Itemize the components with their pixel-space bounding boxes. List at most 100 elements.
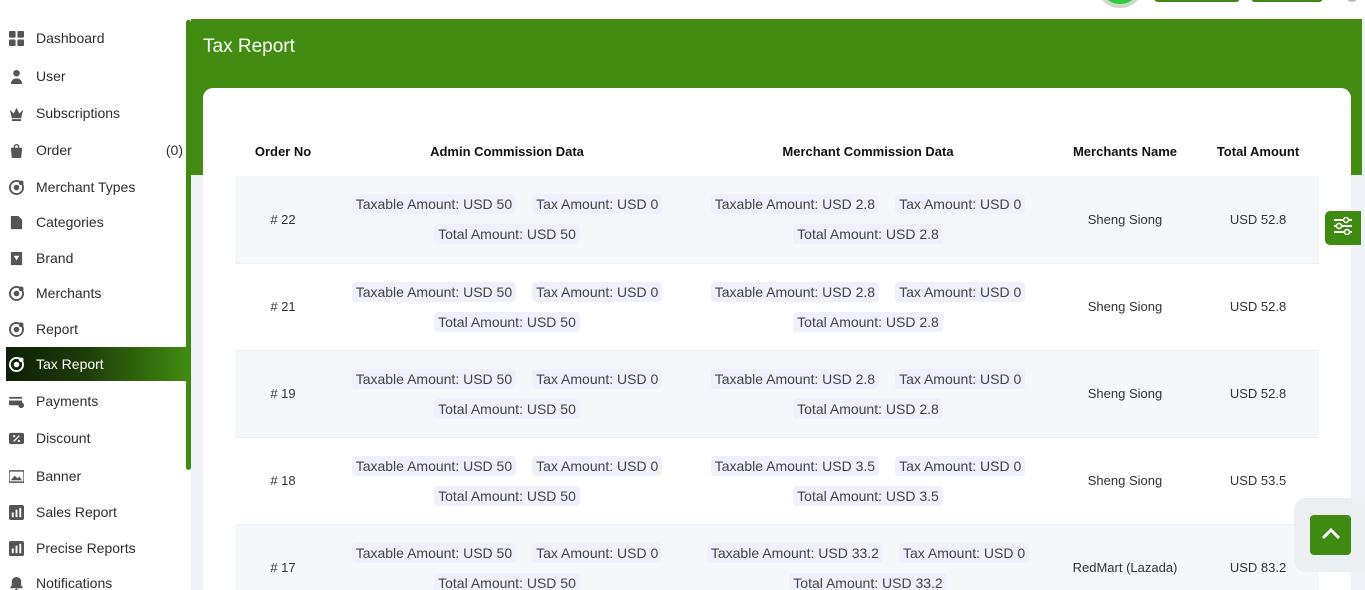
tax-report-table: Order No Admin Commission Data Merchant … xyxy=(235,126,1319,590)
order-no-cell: # 21 xyxy=(235,263,331,351)
admin-taxable-amount: Taxable Amount: USD 50 xyxy=(351,542,517,563)
sidebar-item-brand[interactable]: Brand xyxy=(6,241,186,275)
merchant-icon xyxy=(8,179,24,195)
sliders-icon xyxy=(1333,216,1353,240)
total-amount-cell: USD 52.8 xyxy=(1197,263,1319,351)
sidebar-item-label: Tax Report xyxy=(36,356,104,372)
admin-taxable-amount: Taxable Amount: USD 50 xyxy=(351,455,517,476)
sidebar-item-sales-report[interactable]: Sales Report xyxy=(6,495,186,529)
sidebar-item-precise-reports[interactable]: Precise Reports xyxy=(6,531,186,565)
table-row: # 19 Taxable Amount: USD 50 Tax Amount: … xyxy=(235,350,1319,438)
chevron-up-icon xyxy=(1321,526,1341,545)
tax-report-icon xyxy=(8,356,24,372)
merchant-tax-amount: Tax Amount: USD 0 xyxy=(895,194,1026,215)
merchant-name-cell: Sheng Siong xyxy=(1053,176,1197,264)
sidebar-item-dashboard[interactable]: Dashboard xyxy=(6,21,186,55)
column-header-order-no: Order No xyxy=(254,143,312,159)
precise-reports-icon xyxy=(8,540,24,556)
sidebar-item-tax-report[interactable]: Tax Report xyxy=(6,347,186,381)
table-header-row: Order No Admin Commission Data Merchant … xyxy=(235,126,1319,176)
sidebar-item-notifications[interactable]: Notifications xyxy=(6,566,186,590)
settings-fab-button[interactable] xyxy=(1325,211,1361,245)
admin-tax-amount: Tax Amount: USD 0 xyxy=(532,281,663,302)
admin-commission-cell: Taxable Amount: USD 50 Tax Amount: USD 0… xyxy=(331,263,683,351)
sidebar-item-label: User xyxy=(36,68,66,84)
merchant-total-amount: Total Amount: USD 2.8 xyxy=(793,398,943,419)
header-button-secondary[interactable] xyxy=(1251,0,1323,2)
merchants-icon xyxy=(8,285,24,301)
sidebar-item-merchants[interactable]: Merchants xyxy=(6,276,186,310)
user-icon xyxy=(8,68,24,84)
sidebar-item-subscriptions[interactable]: Subscriptions xyxy=(6,96,186,130)
merchant-tax-amount: Tax Amount: USD 0 xyxy=(895,368,1026,389)
sidebar: Dashboard User Subscriptions Order (0) M… xyxy=(0,0,186,590)
sidebar-item-categories[interactable]: Categories xyxy=(6,205,186,239)
table-row: # 22 Taxable Amount: USD 50 Tax Amount: … xyxy=(235,176,1319,264)
order-no-cell: # 17 xyxy=(235,524,331,590)
payments-icon xyxy=(8,393,24,409)
column-header-merchants-name: Merchants Name xyxy=(1072,143,1178,159)
admin-tax-amount: Tax Amount: USD 0 xyxy=(532,542,663,563)
merchant-tax-amount: Tax Amount: USD 0 xyxy=(898,542,1030,563)
dashboard-grid-icon xyxy=(8,30,24,46)
admin-total-amount: Total Amount: USD 50 xyxy=(434,398,580,419)
bag-icon xyxy=(8,142,24,158)
sidebar-item-label: Banner xyxy=(36,468,82,484)
sidebar-item-label: Sales Report xyxy=(36,504,117,520)
admin-taxable-amount: Taxable Amount: USD 50 xyxy=(351,281,517,302)
merchant-commission-cell: Taxable Amount: USD 33.2 Tax Amount: USD… xyxy=(683,524,1053,590)
sidebar-item-label: Dashboard xyxy=(36,30,105,46)
sidebar-item-banner[interactable]: Banner xyxy=(6,459,186,493)
merchant-commission-cell: Taxable Amount: USD 3.5 Tax Amount: USD … xyxy=(683,437,1053,525)
total-amount-cell: USD 52.8 xyxy=(1197,176,1319,264)
sidebar-item-label: Discount xyxy=(36,430,91,446)
table-row: # 18 Taxable Amount: USD 50 Tax Amount: … xyxy=(235,437,1319,525)
sidebar-item-label: Subscriptions xyxy=(36,105,121,121)
order-count-badge: (0) xyxy=(165,142,183,158)
sidebar-item-order[interactable]: Order (0) xyxy=(6,133,186,167)
sidebar-item-discount[interactable]: Discount xyxy=(6,421,186,455)
merchant-name-cell: RedMart (Lazada) xyxy=(1053,524,1197,590)
column-header-merchant-commission: Merchant Commission Data xyxy=(782,143,954,159)
sidebar-item-label: Merchant Types xyxy=(36,179,136,195)
sidebar-item-label: Precise Reports xyxy=(36,540,136,556)
header-button-primary[interactable] xyxy=(1154,0,1240,2)
order-no-cell: # 22 xyxy=(235,176,331,264)
sidebar-item-report[interactable]: Report xyxy=(6,312,186,346)
categories-icon xyxy=(8,214,24,230)
table-row: # 17 Taxable Amount: USD 50 Tax Amount: … xyxy=(235,524,1319,590)
merchant-name-cell: Sheng Siong xyxy=(1053,437,1197,525)
merchant-tax-amount: Tax Amount: USD 0 xyxy=(895,455,1026,476)
merchant-total-amount: Total Amount: USD 3.5 xyxy=(793,485,943,506)
admin-taxable-amount: Taxable Amount: USD 50 xyxy=(351,194,517,215)
sidebar-item-merchant-types[interactable]: Merchant Types xyxy=(6,170,186,204)
discount-icon xyxy=(8,430,24,446)
sidebar-item-label: Payments xyxy=(36,393,99,409)
merchant-total-amount: Total Amount: USD 2.8 xyxy=(793,224,943,245)
merchant-name-cell: Sheng Siong xyxy=(1053,350,1197,438)
merchant-total-amount: Total Amount: USD 2.8 xyxy=(793,311,943,332)
merchant-commission-cell: Taxable Amount: USD 2.8 Tax Amount: USD … xyxy=(683,176,1053,264)
sidebar-item-user[interactable]: User xyxy=(6,59,186,93)
sidebar-item-payments[interactable]: Payments xyxy=(6,384,186,418)
admin-total-amount: Total Amount: USD 50 xyxy=(434,224,580,245)
order-no-cell: # 18 xyxy=(235,437,331,525)
banner-icon xyxy=(8,468,24,484)
sidebar-item-label: Merchants xyxy=(36,285,102,301)
header-bell-icon[interactable] xyxy=(1346,0,1358,2)
merchant-commission-cell: Taxable Amount: USD 2.8 Tax Amount: USD … xyxy=(683,263,1053,351)
admin-commission-cell: Taxable Amount: USD 50 Tax Amount: USD 0… xyxy=(331,176,683,264)
merchant-taxable-amount: Taxable Amount: USD 2.8 xyxy=(710,194,880,215)
column-header-admin-commission: Admin Commission Data xyxy=(430,143,584,159)
top-header xyxy=(191,0,1365,19)
admin-commission-cell: Taxable Amount: USD 50 Tax Amount: USD 0… xyxy=(331,437,683,525)
sidebar-item-label: Order xyxy=(36,142,72,158)
merchant-taxable-amount: Taxable Amount: USD 2.8 xyxy=(710,368,880,389)
merchant-name-cell: Sheng Siong xyxy=(1053,263,1197,351)
status-avatar[interactable] xyxy=(1097,0,1143,8)
sidebar-item-label: Report xyxy=(36,321,79,337)
scroll-to-top-button[interactable] xyxy=(1310,515,1351,555)
report-icon xyxy=(8,321,24,337)
page-title: Tax Report xyxy=(203,36,295,57)
admin-tax-amount: Tax Amount: USD 0 xyxy=(532,368,663,389)
